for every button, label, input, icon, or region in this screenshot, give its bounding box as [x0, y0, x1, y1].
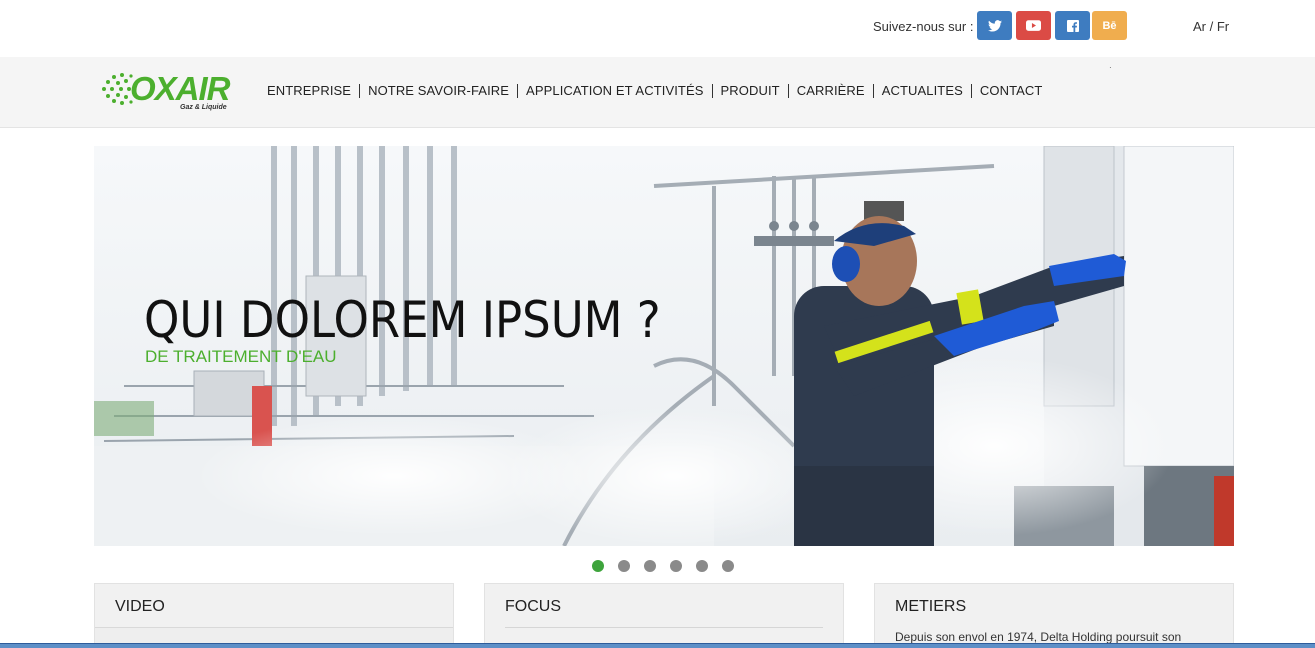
slide-subtitle: DE TRAITEMENT D'EAU: [145, 347, 337, 366]
main-navbar: OXAIR Gaz & Liquide ENTREPRISE NOTRE SAV…: [0, 57, 1315, 128]
facebook-button[interactable]: [1055, 11, 1090, 40]
logo-swoosh-icon: [102, 73, 133, 105]
slider-dot-6[interactable]: [722, 560, 734, 572]
nav-item-entreprise[interactable]: ENTREPRISE: [259, 84, 359, 98]
behance-icon: Bē: [1102, 19, 1117, 32]
youtube-icon: [1026, 20, 1041, 31]
logo-wordmark: OXAIR: [130, 70, 231, 107]
focus-panel-title: FOCUS: [505, 598, 561, 615]
follow-us-label: Suivez-nous sur :: [873, 19, 974, 34]
facebook-icon: [1066, 19, 1079, 32]
oxair-logo[interactable]: OXAIR Gaz & Liquide: [98, 70, 243, 116]
slider-dot-4[interactable]: [670, 560, 682, 572]
nav-item-contact[interactable]: CONTACT: [970, 84, 1051, 98]
os-taskbar: [0, 643, 1315, 648]
focus-panel: FOCUS: [484, 583, 844, 648]
nav-item-application-activites[interactable]: APPLICATION ET ACTIVITÉS: [517, 84, 711, 98]
youtube-button[interactable]: [1016, 11, 1051, 40]
slider-dot-2[interactable]: [618, 560, 630, 572]
slider-dot-1[interactable]: [592, 560, 604, 572]
behance-button[interactable]: Bē: [1092, 11, 1127, 40]
slider-pagination: [592, 560, 734, 572]
logo-tagline: Gaz & Liquide: [180, 104, 227, 111]
language-switcher[interactable]: Ar / Fr: [1193, 19, 1229, 34]
video-panel-title: VIDEO: [115, 598, 165, 615]
nav-dot-decoration: ·: [1109, 63, 1112, 72]
video-panel: VIDEO: [94, 583, 454, 648]
metiers-panel-title: METIERS: [895, 598, 967, 615]
metiers-panel: METIERS Depuis son envol en 1974, Delta …: [874, 583, 1234, 648]
twitter-icon: [987, 19, 1002, 32]
slide-title: QUI DOLOREM IPSUM ?: [144, 291, 661, 349]
slider-dot-5[interactable]: [696, 560, 708, 572]
nav-item-actualites[interactable]: ACTUALITES: [872, 84, 971, 98]
top-bar: Suivez-nous sur : Bē Ar / Fr: [0, 0, 1315, 57]
focus-panel-divider: [505, 627, 823, 628]
nav-item-produit[interactable]: PRODUIT: [711, 84, 788, 98]
twitter-button[interactable]: [977, 11, 1012, 40]
nav-item-savoir-faire[interactable]: NOTRE SAVOIR-FAIRE: [359, 84, 517, 98]
hero-slider[interactable]: QUI DOLOREM IPSUM ? DE TRAITEMENT D'EAU: [94, 146, 1234, 546]
main-menu: ENTREPRISE NOTRE SAVOIR-FAIRE APPLICATIO…: [259, 84, 1050, 98]
nav-item-carriere[interactable]: CARRIÈRE: [787, 84, 873, 98]
slider-dot-3[interactable]: [644, 560, 656, 572]
